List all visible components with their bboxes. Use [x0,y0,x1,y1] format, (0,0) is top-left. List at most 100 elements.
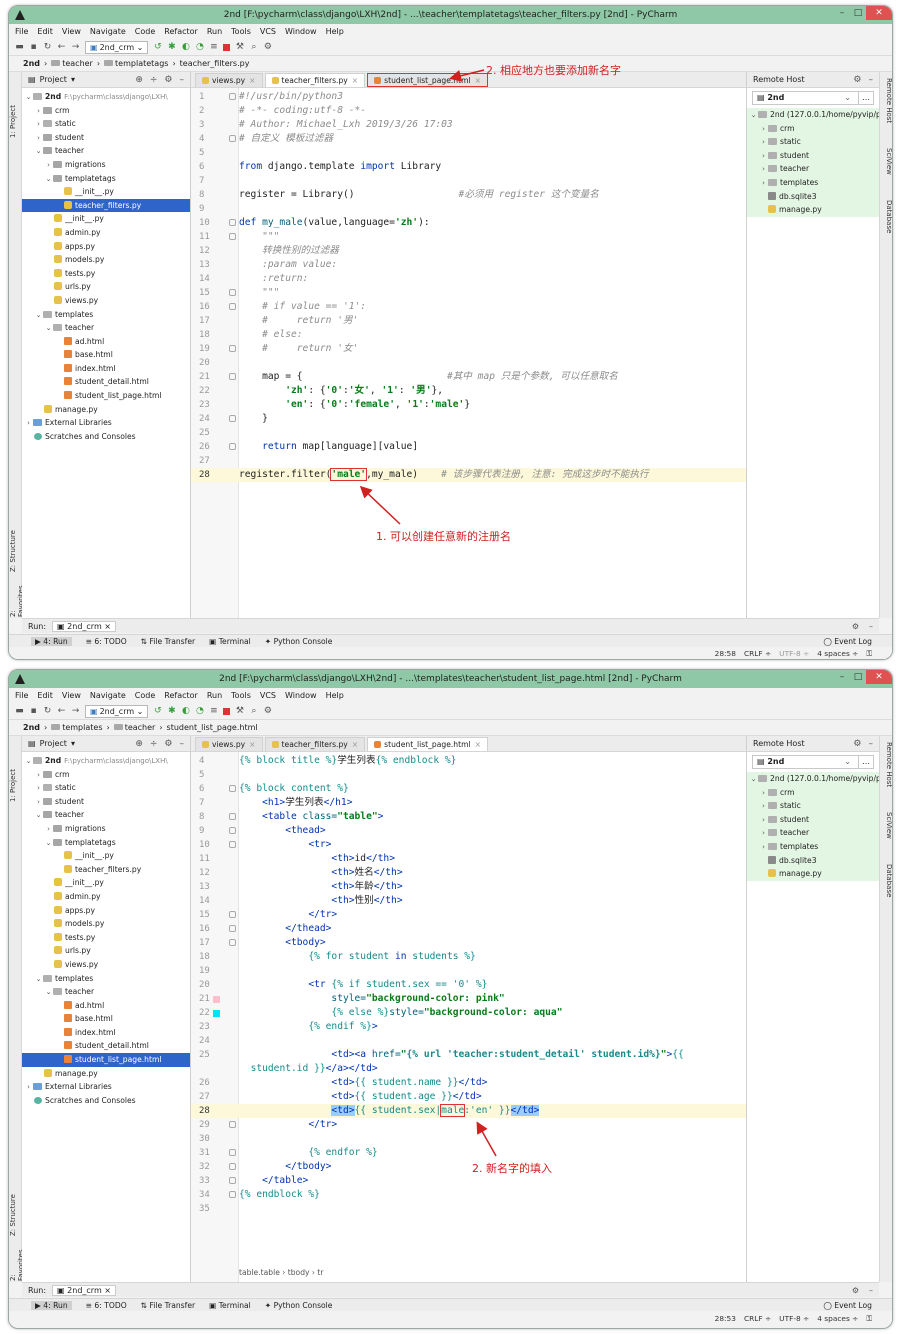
hide-icon[interactable]: – [869,75,874,85]
tree-node-tests[interactable]: tests.py [22,931,190,945]
hide-icon[interactable]: – [869,622,873,631]
tree-node-root[interactable]: ⌄ 2nd F:\pycharm\class\django\LXH\ [22,90,190,104]
collapse-icon[interactable]: ÷ [150,75,158,85]
caret-position[interactable]: 28:53 [715,1313,736,1324]
tree-node-base[interactable]: base.html [22,1012,190,1026]
indent-setting[interactable]: 4 spaces ÷ [817,648,858,659]
tab-teacher-filters[interactable]: teacher_filters.py × [264,73,366,87]
remote-server-select[interactable]: ▤ 2nd ⌄… [752,755,874,769]
nav-item[interactable]: templates [51,723,102,732]
tab-student-list-page[interactable]: student_list_page.html × [367,73,488,87]
menu-edit[interactable]: Edit [37,24,53,39]
menu-code[interactable]: Code [135,688,155,703]
tree-node-teacher-templates[interactable]: ⌄ teacher [22,321,190,335]
remote-item[interactable]: manage.py [747,203,879,217]
tree-node-student[interactable]: › student [22,131,190,145]
tree-node-student-detail[interactable]: student_detail.html [22,375,190,389]
tree-node-admin[interactable]: admin.py [22,890,190,904]
minimize-button[interactable]: – [834,670,850,684]
tree-node-templates[interactable]: ⌄ templates [22,308,190,322]
tree-node-static[interactable]: › static [22,781,190,795]
tree-node-templatetags[interactable]: ⌄ templatetags [22,836,190,850]
close-tab-icon[interactable]: × [352,76,358,85]
tab-teacher-filters[interactable]: teacher_filters.py × [264,737,366,751]
code-area[interactable]: 4 5 6 7 8 9 10 11 12 13 14 15 16 17 18 1… [191,752,755,1282]
line-separator[interactable]: CRLF ÷ [744,1313,771,1324]
save-icon[interactable]: ▪ [29,42,38,52]
nav-item[interactable]: templatetags [104,59,168,68]
remote-server-select[interactable]: ▤ 2nd ⌄… [752,91,874,105]
rerun-icon[interactable]: ↺ [153,706,162,716]
tree-node-root[interactable]: ⌄ 2nd F:\pycharm\class\django\LXH\ [22,754,190,768]
tree-node-apps[interactable]: apps.py [22,904,190,918]
more-button[interactable]: … [858,91,874,105]
tree-node-views[interactable]: views.py [22,294,190,308]
python-console-tool-button[interactable]: ✦ Python Console [265,1301,333,1310]
close-tab-icon[interactable]: × [475,740,481,749]
menu-edit[interactable]: Edit [37,688,53,703]
project-view-select[interactable]: Project [40,75,67,84]
tree-node-static[interactable]: › static [22,117,190,131]
maximize-button[interactable]: □ [850,6,866,20]
favorites-tool-tab[interactable]: 2: Favorites [9,1241,25,1281]
debug-icon[interactable]: ✱ [167,42,176,52]
tree-node-crm[interactable]: › crm [22,768,190,782]
open-folder-icon[interactable]: ▬ [15,42,24,52]
structure-tool-tab[interactable]: Z: Structure [9,1176,22,1236]
tree-node-migrations[interactable]: › migrations [22,822,190,836]
remote-item[interactable]: › student [747,149,879,163]
line-separator[interactable]: CRLF ÷ [744,648,771,659]
tree-node-migrations[interactable]: › migrations [22,158,190,172]
close-tab-icon[interactable]: × [249,76,255,85]
run-tests-icon[interactable]: ≡ [209,706,218,716]
project-view-select[interactable]: Project [40,739,67,748]
remote-host-tool-tab[interactable]: Remote Host [881,742,892,802]
project-tool-tab[interactable]: 1: Project [9,78,22,138]
close-tab-icon[interactable]: × [249,740,255,749]
tree-node-views[interactable]: views.py [22,958,190,972]
tree-node-templates[interactable]: ⌄ templates [22,972,190,986]
run-config-select[interactable]: ▣ 2nd_crm ⌄ [85,704,149,718]
caret-position[interactable]: 28:58 [715,648,736,659]
locate-icon[interactable]: ⊕ [135,739,143,749]
tree-node-crm[interactable]: › crm [22,104,190,118]
profile-icon[interactable]: ◔ [195,42,204,52]
tree-node-urls[interactable]: urls.py [22,944,190,958]
menu-window[interactable]: Window [285,688,317,703]
remote-root[interactable]: ⌄ 2nd (127.0.0.1/home/pyvip/p [747,108,879,122]
open-folder-icon[interactable]: ▬ [15,706,24,716]
event-log-button[interactable]: ◯ Event Log [823,637,892,646]
menu-tools[interactable]: Tools [231,24,251,39]
todo-tool-button[interactable]: ≡ 6: TODO [86,1301,127,1310]
structure-tool-tab[interactable]: Z: Structure [9,512,22,572]
terminal-tool-button[interactable]: ▣ Terminal [209,1301,251,1310]
minimize-button[interactable]: – [834,6,850,20]
tree-node-teacher-filters[interactable]: teacher_filters.py [22,198,190,213]
tree-node-apps[interactable]: apps.py [22,240,190,254]
remote-item[interactable]: › static [747,135,879,149]
tree-node-teacher-templates[interactable]: ⌄ teacher [22,985,190,999]
vcs-icon[interactable]: ⚙ [263,706,272,716]
tree-node-manage[interactable]: manage.py [22,1067,190,1081]
tab-student-list-page[interactable]: student_list_page.html × [367,737,488,751]
close-tab-icon[interactable]: × [475,76,481,85]
tree-node-init[interactable]: __init__.py [22,212,190,226]
run-tool-button[interactable]: ▶ 4: Run [31,1300,72,1310]
tree-node-models[interactable]: models.py [22,917,190,931]
forward-icon[interactable]: → [71,42,80,52]
remote-root[interactable]: ⌄ 2nd (127.0.0.1/home/pyvip/p [747,772,879,786]
settings-icon[interactable]: ⚙ [853,75,861,85]
run-tests-icon[interactable]: ≡ [209,42,218,52]
debug-icon[interactable]: ✱ [167,706,176,716]
back-icon[interactable]: ← [57,42,66,52]
menu-refactor[interactable]: Refactor [164,24,198,39]
tab-views[interactable]: views.py × [195,73,263,87]
tree-node-init[interactable]: __init__.py [22,185,190,199]
more-button[interactable]: … [858,755,874,769]
close-button[interactable]: ✕ [866,6,892,20]
nav-project[interactable]: 2nd [23,59,40,68]
menu-help[interactable]: Help [326,24,344,39]
menu-file[interactable]: File [15,24,28,39]
tree-node-scratches[interactable]: Scratches and Consoles [22,1094,190,1108]
menu-navigate[interactable]: Navigate [90,24,126,39]
